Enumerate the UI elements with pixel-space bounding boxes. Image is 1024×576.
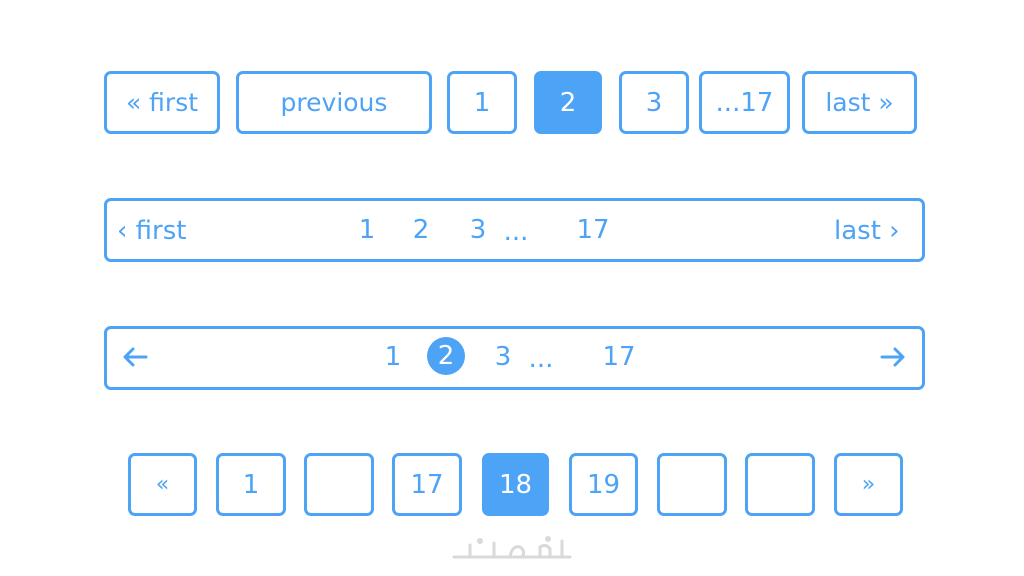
pagination-bar-arrows <box>104 326 925 390</box>
page-17-button[interactable]: ...17 <box>699 71 790 134</box>
previous-button[interactable]: previous <box>236 71 432 134</box>
page-blank-button[interactable] <box>745 453 815 516</box>
page-17-button[interactable]: 17 <box>392 453 462 516</box>
last-link[interactable]: last › <box>834 218 900 244</box>
page-18-button-active[interactable]: 18 <box>482 453 549 516</box>
prev-double-button[interactable]: « <box>128 453 197 516</box>
first-link[interactable]: ‹ first <box>117 218 186 244</box>
page-2-button-active[interactable]: 2 <box>534 71 602 134</box>
page-blank-button[interactable] <box>304 453 374 516</box>
last-button[interactable]: last » <box>802 71 917 134</box>
next-double-button[interactable]: » <box>834 453 903 516</box>
page-3-link[interactable]: 3 <box>470 217 487 243</box>
page-1-button[interactable]: 1 <box>216 453 286 516</box>
ellipsis: ... <box>528 344 554 374</box>
ellipsis: ... <box>503 217 529 247</box>
khamsat-watermark-logo <box>450 535 575 565</box>
page-3-link[interactable]: 3 <box>495 344 512 370</box>
page-19-button[interactable]: 19 <box>569 453 638 516</box>
page-1-button[interactable]: 1 <box>447 71 517 134</box>
arrow-left-icon[interactable] <box>122 346 148 368</box>
first-button[interactable]: « first <box>104 71 220 134</box>
page-17-link[interactable]: 17 <box>602 344 635 370</box>
page-2-circle-active[interactable]: 2 <box>427 337 465 375</box>
page-blank-button[interactable] <box>657 453 727 516</box>
page-3-button[interactable]: 3 <box>619 71 689 134</box>
page-2-link[interactable]: 2 <box>413 217 430 243</box>
arrow-right-icon[interactable] <box>880 346 906 368</box>
page-1-link[interactable]: 1 <box>359 217 376 243</box>
page-1-link[interactable]: 1 <box>385 344 402 370</box>
page-17-link[interactable]: 17 <box>576 217 609 243</box>
